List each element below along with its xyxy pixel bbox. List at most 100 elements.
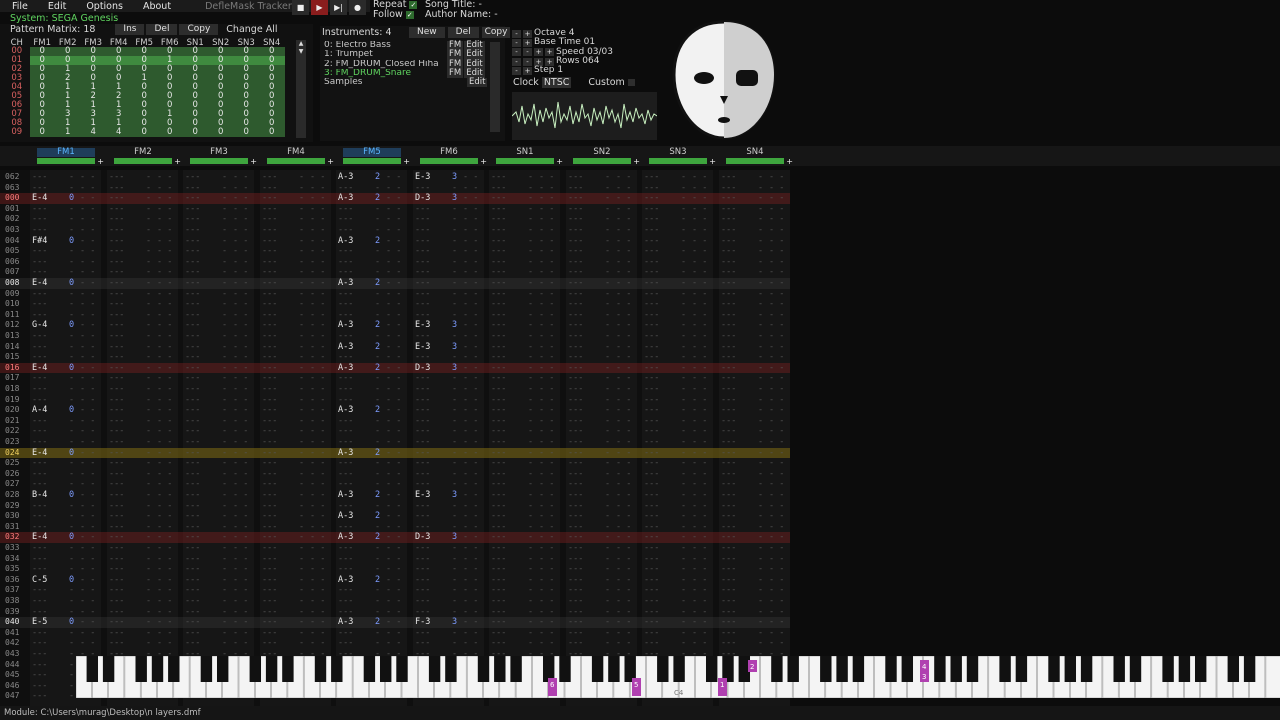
effect-cell[interactable]: - - (769, 342, 784, 353)
effect-cell[interactable]: - - (769, 596, 784, 607)
effect-cell[interactable]: - - (769, 575, 784, 586)
instrument-cell[interactable]: - (69, 352, 74, 363)
effect-cell[interactable]: - - (310, 373, 325, 384)
effect-cell[interactable]: - - (233, 448, 248, 459)
effect-cell[interactable]: - - (463, 310, 478, 321)
instrument-cell[interactable]: - (452, 373, 457, 384)
note-cell[interactable]: --- (491, 172, 506, 183)
pattern-row[interactable]: 040 E-5 0- - --- - - - --- - - - --- - - - A-3 2- - F-… (0, 617, 790, 628)
note-cell[interactable]: --- (491, 342, 506, 353)
note-cell[interactable]: --- (109, 437, 124, 448)
effect-cell[interactable]: - - (310, 257, 325, 268)
note-cell[interactable]: --- (109, 585, 124, 596)
effect-cell[interactable]: - - (386, 183, 401, 194)
effect-cell[interactable]: - - (157, 172, 172, 183)
effect-cell[interactable]: - - (233, 458, 248, 469)
note-cell[interactable]: --- (338, 638, 353, 649)
effect-cell[interactable]: - - (616, 257, 631, 268)
note-cell[interactable]: --- (568, 225, 583, 236)
effect-cell[interactable]: - - (157, 395, 172, 406)
note-cell[interactable]: --- (721, 617, 736, 628)
note-cell[interactable]: --- (491, 585, 506, 596)
note-cell[interactable]: --- (185, 607, 200, 618)
black-key[interactable] (1015, 656, 1028, 682)
instrument-cell[interactable]: - (758, 172, 763, 183)
instrument-cell[interactable]: - (299, 267, 304, 278)
instrument-cell[interactable]: - (146, 267, 151, 278)
note-cell[interactable]: --- (338, 607, 353, 618)
instrument-cell[interactable]: - (528, 299, 533, 310)
effect-cell[interactable]: - - (616, 511, 631, 522)
author-name[interactable]: Author Name: - (425, 10, 498, 20)
effect-cell[interactable]: - - (386, 554, 401, 565)
effect-cell[interactable]: - - (769, 172, 784, 183)
black-key[interactable] (591, 656, 604, 682)
effect-cell[interactable]: - - (386, 246, 401, 257)
note-cell[interactable]: --- (338, 267, 353, 278)
instrument-cell[interactable]: - (299, 426, 304, 437)
instrument-cell[interactable]: - (528, 543, 533, 554)
black-key[interactable] (1194, 656, 1207, 682)
instrument-cell[interactable]: - (605, 617, 610, 628)
instrument-cell[interactable]: - (681, 585, 686, 596)
note-cell[interactable]: --- (415, 405, 430, 416)
note-cell[interactable]: --- (185, 554, 200, 565)
note-cell[interactable]: --- (721, 257, 736, 268)
pattern-row[interactable]: 012 G-4 0- - --- - - - --- - - - --- - - - A-3 2- - E-… (0, 320, 790, 331)
note-cell[interactable]: --- (338, 416, 353, 427)
effect-cell[interactable]: - - (386, 320, 401, 331)
effect-cell[interactable]: - - (539, 172, 554, 183)
pattern-matrix-scrollbar[interactable]: ▲ ▼ (296, 40, 306, 138)
effect-cell[interactable]: - - (386, 617, 401, 628)
note-cell[interactable]: --- (644, 522, 659, 533)
effect-cell[interactable]: - - (769, 501, 784, 512)
effect-cell[interactable]: - - (157, 564, 172, 575)
instrument-cell[interactable]: - (681, 214, 686, 225)
instrument-cell[interactable]: - (146, 289, 151, 300)
note-cell[interactable]: --- (644, 289, 659, 300)
effect-cell[interactable]: - - (463, 183, 478, 194)
note-cell[interactable]: --- (415, 395, 430, 406)
pattern-row[interactable]: 011 --- - - - --- - - - --- - - - --- - - - --- - - - --… (0, 310, 790, 321)
effect-cell[interactable]: - - (692, 289, 707, 300)
note-cell[interactable]: --- (32, 554, 47, 565)
effect-cell[interactable]: - - (692, 426, 707, 437)
note-cell[interactable]: --- (109, 236, 124, 247)
instrument-cell[interactable]: - (299, 363, 304, 374)
effect-cell[interactable]: - - (386, 458, 401, 469)
instrument-item-2[interactable]: 2: FM_DRUM_Closed Hiha (324, 60, 446, 69)
black-key[interactable] (249, 656, 262, 682)
instrument-cell[interactable]: - (758, 585, 763, 596)
pattern-row[interactable]: 007 --- - - - --- - - - --- - - - --- - - - --- - - - --… (0, 267, 790, 278)
black-key[interactable] (151, 656, 164, 682)
note-cell[interactable]: --- (32, 416, 47, 427)
instrument-cell[interactable]: - (69, 384, 74, 395)
note-cell[interactable]: --- (32, 596, 47, 607)
note-cell[interactable]: --- (568, 564, 583, 575)
effect-cell[interactable]: - - (157, 183, 172, 194)
instrument-cell[interactable]: - (681, 384, 686, 395)
note-cell[interactable]: --- (32, 670, 47, 681)
effect-cell[interactable]: - - (157, 448, 172, 459)
instrument-cell[interactable]: - (528, 469, 533, 480)
instrument-cell[interactable]: - (146, 437, 151, 448)
instrument-cell[interactable]: - (222, 479, 227, 490)
instrument-cell[interactable]: - (605, 214, 610, 225)
effect-cell[interactable]: - - (386, 236, 401, 247)
effect-cell[interactable]: - - (769, 607, 784, 618)
note-cell[interactable]: --- (415, 204, 430, 215)
instrument-cell[interactable]: - (452, 289, 457, 300)
effect-cell[interactable]: - - (386, 373, 401, 384)
instrument-cell[interactable]: - (681, 638, 686, 649)
effect-cell[interactable]: - - (80, 236, 95, 247)
instrument-cell[interactable]: 0 (69, 320, 74, 331)
matrix-cell[interactable]: 4 (106, 128, 132, 137)
pattern-row[interactable]: 033 --- - - - --- - - - --- - - - --- - - - --- - - - --… (0, 543, 790, 554)
instrument-cell[interactable]: - (758, 373, 763, 384)
instrument-cell[interactable]: - (528, 257, 533, 268)
effect-cell[interactable]: - - (463, 554, 478, 565)
note-cell[interactable]: --- (644, 416, 659, 427)
instrument-cell[interactable]: - (605, 607, 610, 618)
note-cell[interactable]: --- (568, 405, 583, 416)
speed-minus-button[interactable]: - (512, 48, 521, 57)
